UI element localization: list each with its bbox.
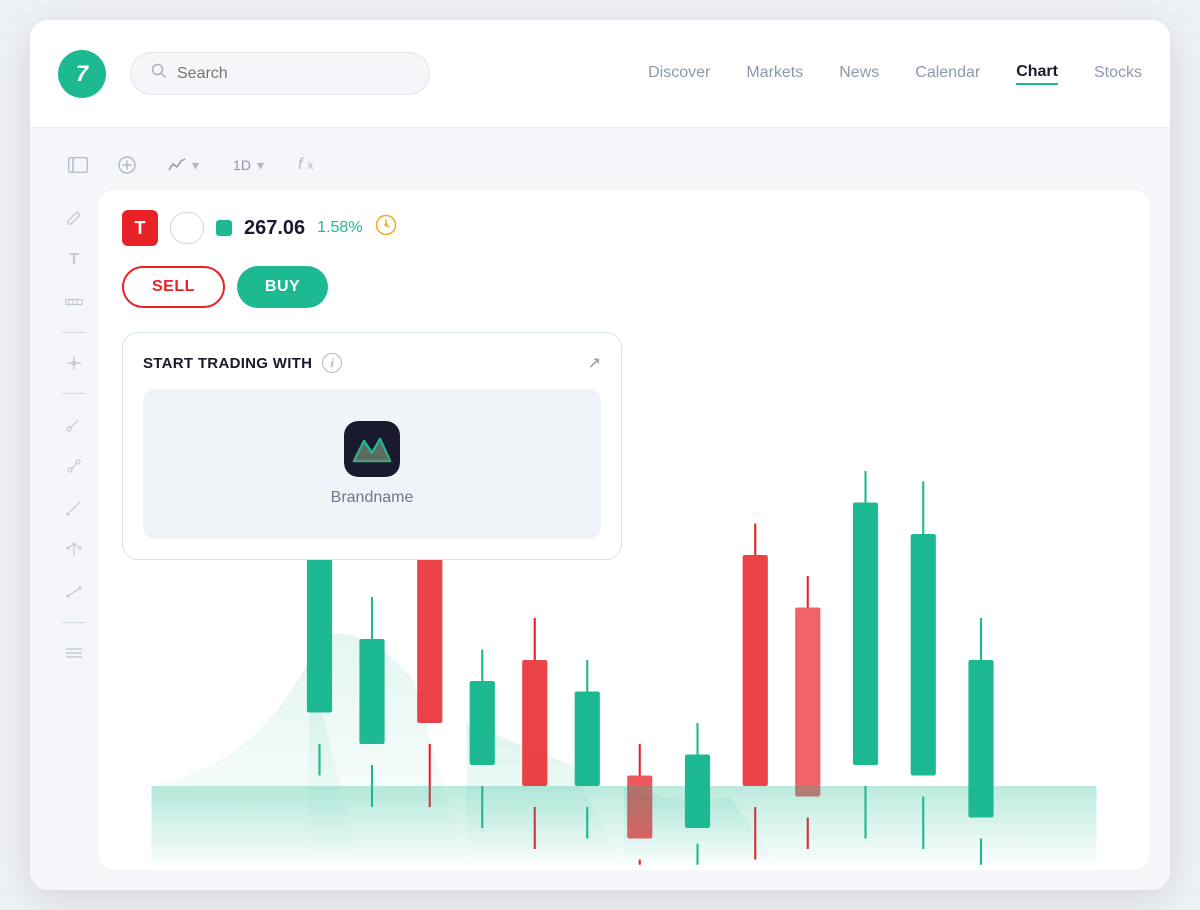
tesla-symbol: T bbox=[135, 218, 146, 239]
nav-chart[interactable]: Chart bbox=[1016, 63, 1058, 85]
crosshair-tool[interactable] bbox=[60, 349, 88, 377]
expand-icon[interactable]: ↗ bbox=[588, 353, 601, 373]
fx-label: f bbox=[298, 156, 302, 174]
nav-calendar[interactable]: Calendar bbox=[915, 64, 980, 84]
stock-change: 1.58% bbox=[317, 219, 362, 237]
channel-tool[interactable] bbox=[60, 578, 88, 606]
clock-icon bbox=[375, 214, 397, 242]
search-input[interactable] bbox=[177, 65, 409, 83]
trading-card-header: START TRADING WITH i ↗ bbox=[143, 353, 601, 373]
app-container: 7 Discover Markets News Calendar Chart S… bbox=[30, 20, 1170, 890]
chart-type-btn[interactable]: ▾ bbox=[160, 153, 207, 178]
pencil-tool[interactable] bbox=[60, 204, 88, 232]
search-icon bbox=[151, 63, 167, 84]
tesla-icon: T bbox=[122, 210, 158, 246]
nav-news[interactable]: News bbox=[839, 64, 879, 84]
sidebar-tools: T bbox=[50, 190, 98, 870]
chart-wrap: ▾ 1D ▾ f x bbox=[50, 144, 1150, 870]
logo-text: 7 bbox=[76, 61, 88, 87]
search-bar[interactable] bbox=[130, 52, 430, 95]
trading-title-text: START TRADING WITH bbox=[143, 355, 312, 372]
brand-logo bbox=[344, 421, 400, 477]
stock-pill[interactable] bbox=[170, 212, 204, 244]
logo[interactable]: 7 bbox=[58, 50, 106, 98]
add-indicator-btn[interactable] bbox=[112, 152, 142, 178]
brand-name: Brandname bbox=[331, 489, 414, 507]
trading-card: START TRADING WITH i ↗ bbox=[122, 332, 622, 560]
fork-tool[interactable] bbox=[60, 536, 88, 564]
stock-header: T 267.06 1.58% bbox=[122, 210, 1126, 246]
arrow-tool[interactable] bbox=[60, 452, 88, 480]
buy-button[interactable]: BUY bbox=[237, 266, 328, 308]
main-nav: Discover Markets News Calendar Chart Sto… bbox=[648, 63, 1142, 85]
panel-toggle-btn[interactable] bbox=[62, 153, 94, 177]
info-icon[interactable]: i bbox=[322, 353, 342, 373]
chart-content: T bbox=[50, 190, 1150, 870]
text-tool[interactable]: T bbox=[60, 246, 88, 274]
line-tool[interactable] bbox=[60, 410, 88, 438]
chart-panel: T 267.06 1.58% bbox=[98, 190, 1150, 870]
fx-btn[interactable]: f x bbox=[290, 152, 321, 178]
sidebar-divider-1 bbox=[62, 332, 86, 333]
interval-btn[interactable]: 1D ▾ bbox=[225, 153, 272, 178]
toolbar-top: ▾ 1D ▾ f x bbox=[50, 144, 1150, 190]
sidebar-divider-3 bbox=[62, 622, 86, 623]
color-indicator bbox=[216, 220, 232, 236]
interval-label: 1D bbox=[233, 157, 251, 173]
nav-stocks[interactable]: Stocks bbox=[1094, 64, 1142, 84]
menu-tool[interactable] bbox=[60, 639, 88, 667]
nav-markets[interactable]: Markets bbox=[746, 64, 803, 84]
nav-discover[interactable]: Discover bbox=[648, 64, 710, 84]
trading-title: START TRADING WITH i bbox=[143, 353, 342, 373]
diagonal-line-tool[interactable] bbox=[60, 494, 88, 522]
ruler-tool[interactable] bbox=[60, 288, 88, 316]
action-buttons: SELL BUY bbox=[122, 266, 1126, 308]
brand-card[interactable]: Brandname bbox=[143, 389, 601, 539]
main-area: ▾ 1D ▾ f x bbox=[30, 128, 1170, 890]
sell-button[interactable]: SELL bbox=[122, 266, 225, 308]
header: 7 Discover Markets News Calendar Chart S… bbox=[30, 20, 1170, 128]
stock-price: 267.06 bbox=[244, 217, 305, 240]
sidebar-divider-2 bbox=[62, 393, 86, 394]
